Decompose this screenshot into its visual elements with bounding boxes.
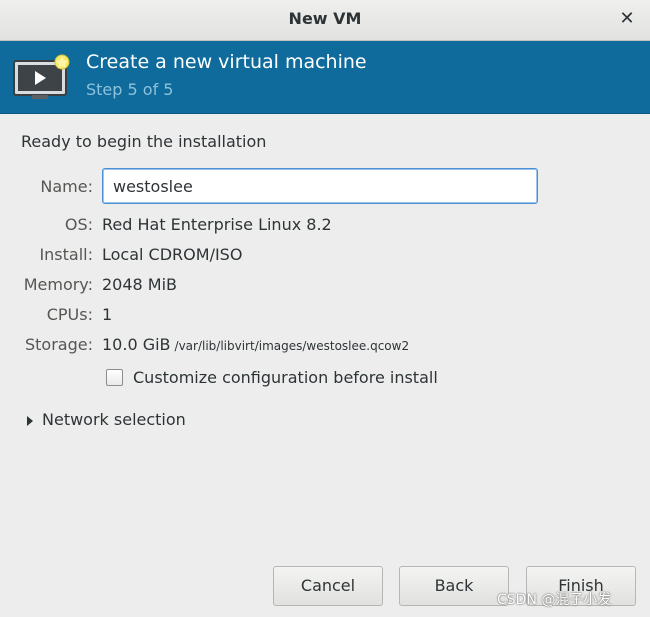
ready-heading: Ready to begin the installation xyxy=(21,132,267,151)
cpus-label: CPUs: xyxy=(46,305,93,324)
wizard-step: Step 5 of 5 xyxy=(86,80,174,99)
cancel-button[interactable]: Cancel xyxy=(273,566,383,606)
back-button[interactable]: Back xyxy=(399,566,509,606)
storage-label: Storage: xyxy=(25,335,93,354)
expander-arrow-icon[interactable] xyxy=(27,416,33,426)
monitor-play-icon xyxy=(13,54,70,99)
os-label: OS: xyxy=(64,215,93,234)
memory-label: Memory: xyxy=(23,275,93,294)
close-icon[interactable]: ✕ xyxy=(618,9,636,29)
cpus-value: 1 xyxy=(102,305,113,324)
watermark: CSDN @混子小发 xyxy=(497,592,612,608)
window-title: New VM xyxy=(288,9,362,28)
memory-value: 2048 MiB xyxy=(102,275,178,294)
customize-checkbox[interactable] xyxy=(106,369,123,386)
customize-checkbox-label[interactable]: Customize configuration before install xyxy=(133,368,438,387)
storage-path: /var/lib/libvirt/images/westoslee.qcow2 xyxy=(174,339,410,353)
os-value: Red Hat Enterprise Linux 8.2 xyxy=(102,215,332,234)
wizard-title: Create a new virtual machine xyxy=(86,51,367,73)
install-value: Local CDROM/ISO xyxy=(102,245,243,264)
storage-row: 10.0 GiB/var/lib/libvirt/images/westosle… xyxy=(102,335,409,354)
install-label: Install: xyxy=(39,245,93,264)
new-vm-dialog: New VM ✕ Create a new virtual machine St… xyxy=(0,0,650,617)
name-input[interactable] xyxy=(102,168,538,204)
wizard-header: Create a new virtual machine Step 5 of 5 xyxy=(0,41,650,114)
name-label: Name: xyxy=(40,177,93,196)
title-bar[interactable]: New VM ✕ xyxy=(0,0,650,41)
network-selection-label[interactable]: Network selection xyxy=(42,410,186,429)
storage-value: 10.0 GiB xyxy=(102,335,171,354)
